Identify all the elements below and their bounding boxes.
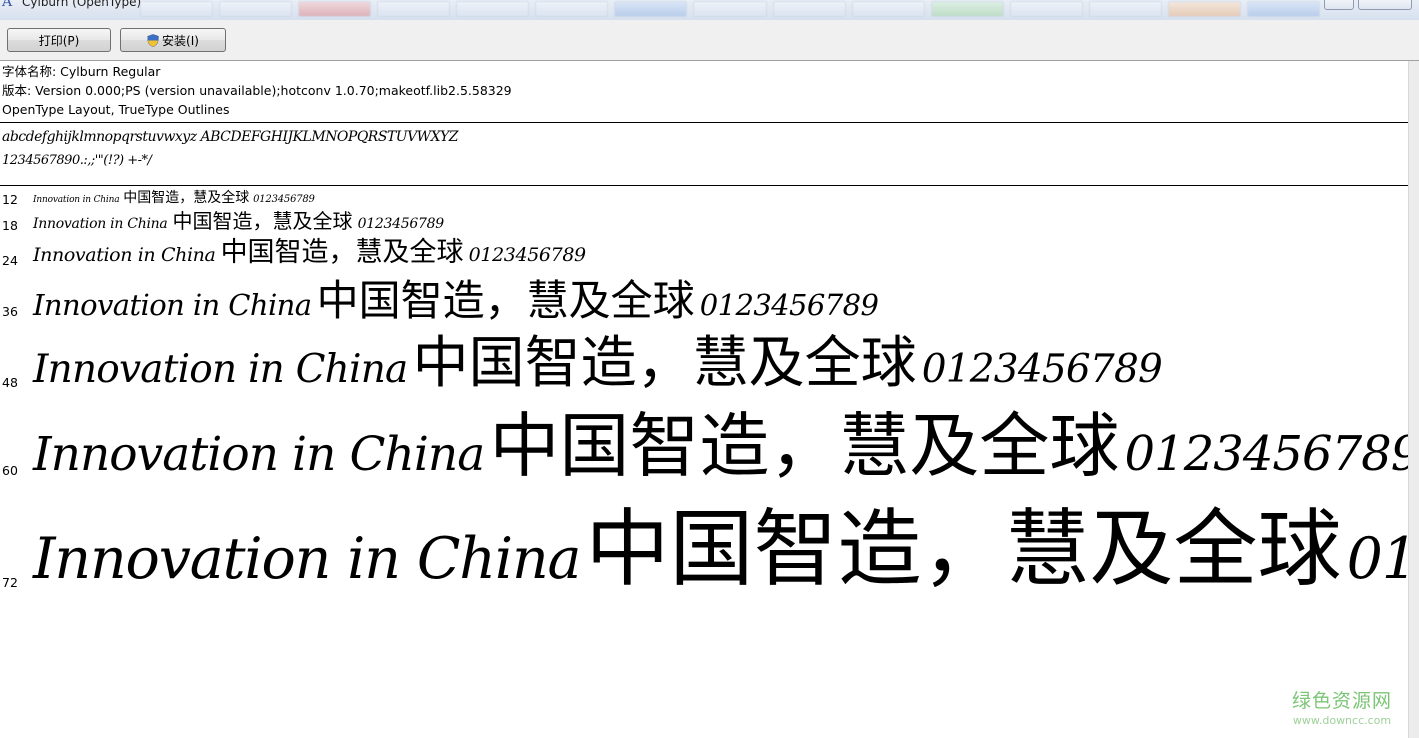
- watermark-logo-text: 绿色资源网: [1291, 690, 1392, 712]
- install-button[interactable]: 安装(I): [120, 28, 226, 52]
- sample-cjk: 中国智造，慧及全球: [123, 190, 250, 206]
- taskbar-item: [535, 1, 609, 17]
- watermark-url: www.downcc.com: [1292, 714, 1392, 727]
- taskbar-item: [693, 1, 767, 17]
- taskbar-item: [851, 1, 925, 17]
- taskbar-item: [614, 1, 688, 17]
- sample-digits: 0123456789: [357, 216, 445, 232]
- sample-cjk: 中国智造，慧及全球: [172, 209, 353, 233]
- charset-letters: abcdefghijklmnopqrstuvwxyz ABCDEFGHIJKLM…: [2, 129, 459, 145]
- background-taskbar-strip: [140, 0, 1320, 18]
- size-label: 60: [2, 463, 18, 478]
- sample-text: Innovation in China 中国智造，慧及全球 0123456789: [33, 191, 315, 205]
- sample-row-60: 60 Innovation in China 中国智造，慧及全球 0123456…: [0, 407, 1408, 493]
- toolbar: 打印(P) 安装(I): [0, 20, 1419, 61]
- sample-digits: 0123456789: [1346, 526, 1408, 592]
- sample-cjk: 中国智造，慧及全球: [489, 405, 1120, 487]
- print-button-label: 打印(P): [38, 33, 80, 48]
- window-title: Cylburn (OpenType): [22, 0, 142, 9]
- title-bar: A Cylburn (OpenType): [0, 0, 1419, 20]
- sample-text: Innovation in China 中国智造，慧及全球 0123456789: [33, 336, 1163, 392]
- font-viewer-window: A Cylburn (OpenType) 打印(P) 安装(I) 字体名称: C…: [0, 0, 1419, 738]
- sample-latin: Innovation in China: [33, 526, 582, 592]
- sample-cjk: 中国智造，慧及全球: [220, 237, 464, 268]
- sample-digits: 0123456789: [1124, 426, 1408, 482]
- font-version-line: 版本: Version 0.000;PS (version unavailabl…: [2, 83, 512, 98]
- taskbar-item: [1246, 1, 1320, 17]
- taskbar-item: [772, 1, 846, 17]
- font-type-line: OpenType Layout, TrueType Outlines: [2, 102, 230, 117]
- taskbar-item: [219, 1, 293, 17]
- size-label: 18: [2, 218, 18, 233]
- sample-digits: 0123456789: [253, 194, 315, 205]
- sample-text: Innovation in China 中国智造，慧及全球 0123456789: [33, 211, 444, 231]
- sample-latin: Innovation in China: [33, 195, 120, 205]
- taskbar-item: [1009, 1, 1083, 17]
- divider: [0, 122, 1408, 123]
- sample-latin: Innovation in China: [33, 244, 216, 266]
- size-label: 48: [2, 375, 18, 390]
- sample-row-24: 24 Innovation in China 中国智造，慧及全球 0123456…: [0, 235, 1408, 275]
- taskbar-item: [298, 1, 372, 17]
- close-button[interactable]: [1358, 0, 1412, 10]
- font-preview-area: 字体名称: Cylburn Regular 版本: Version 0.000;…: [0, 61, 1408, 738]
- size-label: 36: [2, 304, 18, 319]
- sample-row-18: 18 Innovation in China 中国智造，慧及全球 0123456…: [0, 209, 1408, 235]
- print-button[interactable]: 打印(P): [7, 28, 111, 52]
- sample-row-72: 72 Innovation in China 中国智造，慧及全球 0123456…: [0, 499, 1408, 603]
- taskbar-item: [377, 1, 451, 17]
- sample-row-36: 36 Innovation in China 中国智造，慧及全球 0123456…: [0, 275, 1408, 333]
- size-label: 12: [2, 192, 18, 207]
- maximize-button[interactable]: [1324, 0, 1354, 10]
- sample-row-12: 12 Innovation in China 中国智造，慧及全球 0123456…: [0, 190, 1408, 210]
- sample-latin: Innovation in China: [33, 216, 168, 232]
- sample-latin: Innovation in China: [33, 288, 312, 322]
- sample-cjk: 中国智造，慧及全球: [585, 500, 1342, 598]
- sample-text: Innovation in China 中国智造，慧及全球 0123456789: [33, 507, 1408, 591]
- taskbar-item: [456, 1, 530, 17]
- divider: [0, 185, 1408, 186]
- font-app-icon: A: [2, 0, 13, 10]
- taskbar-item: [1088, 1, 1162, 17]
- sample-cjk: 中国智造，慧及全球: [316, 276, 695, 325]
- sample-cjk: 中国智造，慧及全球: [412, 331, 917, 396]
- size-label: 72: [2, 575, 18, 590]
- sample-digits: 0123456789: [468, 244, 586, 266]
- taskbar-item: [1167, 1, 1241, 17]
- site-watermark: 绿色资源网 www.downcc.com: [1282, 686, 1402, 727]
- sample-row-48: 48 Innovation in China 中国智造，慧及全球 0123456…: [0, 333, 1408, 403]
- sample-latin: Innovation in China: [33, 427, 485, 482]
- install-button-label: 安装(I): [162, 33, 199, 48]
- vertical-scrollbar[interactable]: [1408, 61, 1419, 738]
- sample-latin: Innovation in China: [33, 347, 408, 392]
- font-name-line: 字体名称: Cylburn Regular: [2, 64, 161, 79]
- taskbar-item: [140, 1, 214, 17]
- size-label: 24: [2, 253, 18, 268]
- uac-shield-icon: [147, 33, 159, 47]
- sample-text: Innovation in China 中国智造，慧及全球 0123456789: [33, 239, 586, 266]
- sample-digits: 0123456789: [921, 347, 1163, 392]
- charset-symbols: 1234567890.:,;'"(!?) +-*/: [2, 153, 152, 168]
- sample-text: Innovation in China 中国智造，慧及全球 0123456789: [33, 280, 879, 322]
- sample-text: Innovation in China 中国智造，慧及全球 0123456789: [33, 411, 1408, 481]
- sample-digits: 0123456789: [699, 288, 879, 322]
- taskbar-item: [930, 1, 1004, 17]
